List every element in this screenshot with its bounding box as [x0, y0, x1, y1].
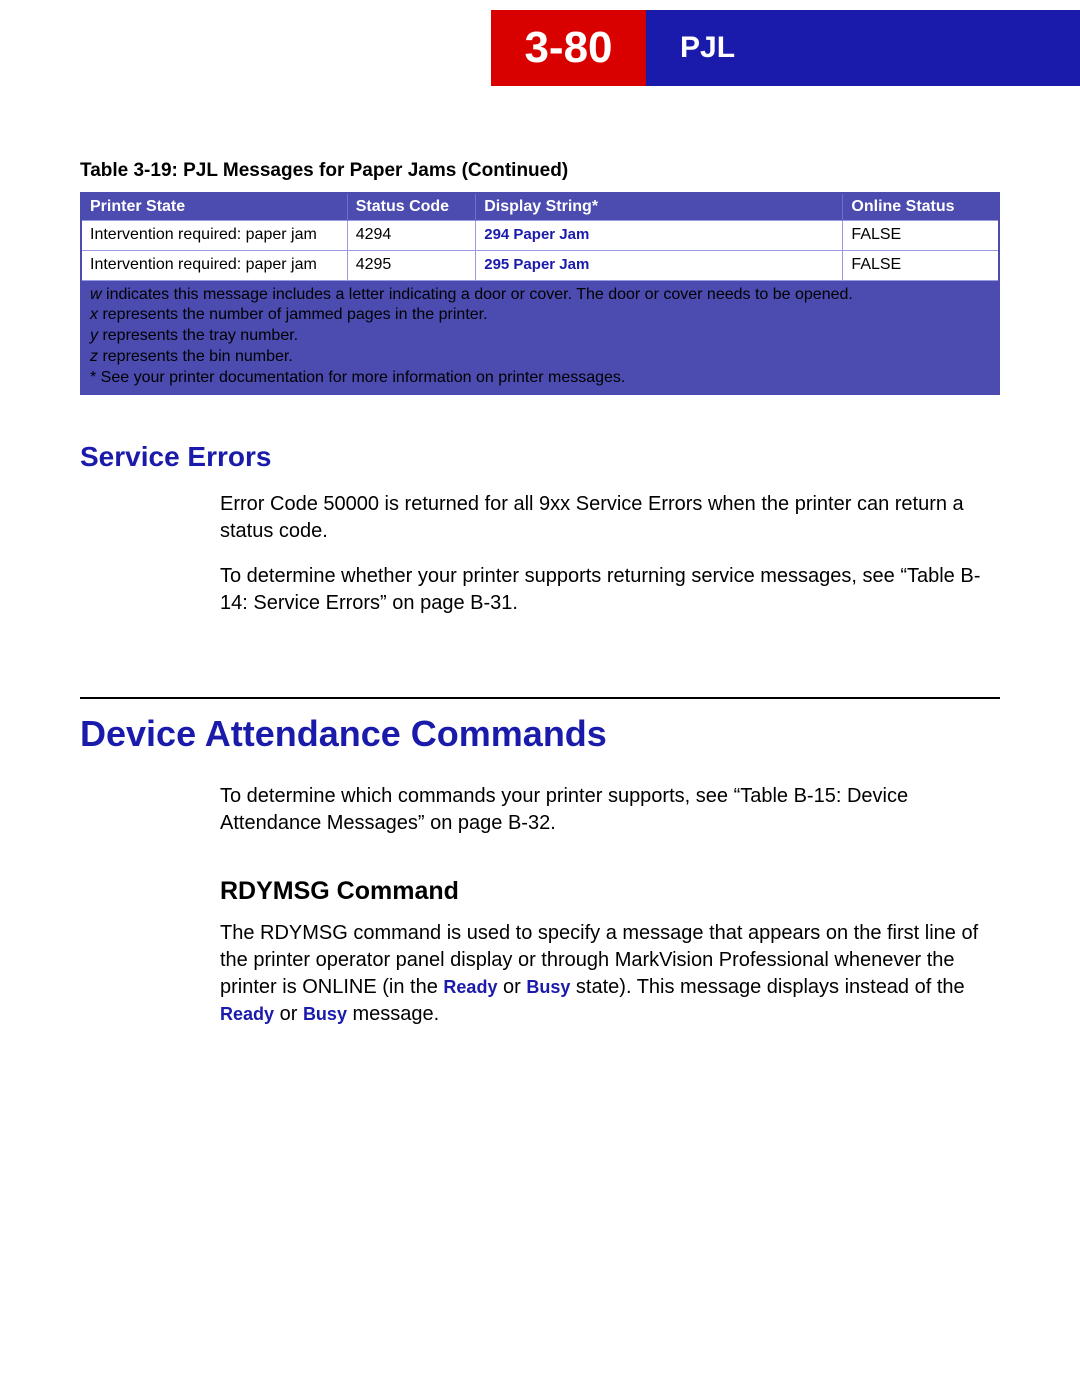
- keyword-busy: Busy: [526, 977, 570, 997]
- th-status-code: Status Code: [347, 193, 476, 221]
- table-caption: Table 3-19: PJL Messages for Paper Jams …: [80, 160, 1000, 182]
- table-legend: w indicates this message includes a lett…: [81, 280, 999, 393]
- section-divider: [80, 697, 1000, 699]
- table-row: Intervention required: paper jam 4295 29…: [81, 250, 999, 280]
- chapter-title: PJL: [646, 10, 1080, 86]
- legend-var-y: y: [90, 327, 98, 344]
- page-number-badge: 3-80: [491, 10, 646, 86]
- heading-rdymsg: RDYMSG Command: [220, 877, 1000, 906]
- th-printer-state: Printer State: [81, 193, 347, 221]
- cell-printer-state: Intervention required: paper jam: [81, 250, 347, 280]
- legend-text-x: represents the number of jammed pages in…: [98, 306, 488, 323]
- cell-online-status: FALSE: [843, 221, 999, 251]
- paragraph: Error Code 50000 is returned for all 9xx…: [220, 491, 1000, 545]
- rdymsg-text-e: message.: [347, 1003, 439, 1025]
- paragraph: To determine whether your printer suppor…: [220, 563, 1000, 617]
- keyword-ready: Ready: [220, 1004, 274, 1024]
- cell-display-string: 294 Paper Jam: [476, 221, 843, 251]
- paragraph: To determine which commands your printer…: [220, 783, 1000, 837]
- table-legend-row: w indicates this message includes a lett…: [81, 280, 999, 393]
- legend-text-y: represents the tray number.: [98, 327, 298, 344]
- page: 3-80 PJL Table 3-19: PJL Messages for Pa…: [0, 0, 1080, 1397]
- cell-status-code: 4294: [347, 221, 476, 251]
- page-header: 3-80 PJL: [491, 10, 1080, 86]
- legend-var-w: w: [90, 286, 102, 303]
- legend-footnote: * See your printer documentation for mor…: [90, 368, 990, 389]
- cell-status-code: 4295: [347, 250, 476, 280]
- pjl-messages-table: Printer State Status Code Display String…: [80, 192, 1000, 395]
- table-header-row: Printer State Status Code Display String…: [81, 193, 999, 221]
- keyword-busy: Busy: [303, 1004, 347, 1024]
- heading-service-errors: Service Errors: [80, 441, 1000, 473]
- th-online-status: Online Status: [843, 193, 999, 221]
- keyword-ready: Ready: [443, 977, 497, 997]
- heading-device-attendance: Device Attendance Commands: [80, 713, 1000, 755]
- legend-var-x: x: [90, 306, 98, 323]
- rdymsg-text-d: or: [274, 1003, 303, 1025]
- legend-var-z: z: [90, 348, 98, 365]
- cell-printer-state: Intervention required: paper jam: [81, 221, 347, 251]
- display-string-text: 295 Paper Jam: [484, 256, 589, 273]
- cell-display-string: 295 Paper Jam: [476, 250, 843, 280]
- paragraph: The RDYMSG command is used to specify a …: [220, 920, 1000, 1028]
- legend-text-w: indicates this message includes a letter…: [102, 286, 853, 303]
- display-string-text: 294 Paper Jam: [484, 226, 589, 243]
- cell-online-status: FALSE: [843, 250, 999, 280]
- table-row: Intervention required: paper jam 4294 29…: [81, 221, 999, 251]
- rdymsg-text-c: state). This message displays instead of…: [570, 976, 964, 998]
- content-area: Table 3-19: PJL Messages for Paper Jams …: [80, 160, 1000, 1046]
- legend-text-z: represents the bin number.: [98, 348, 293, 365]
- th-display-string: Display String*: [476, 193, 843, 221]
- rdymsg-text-b: or: [497, 976, 526, 998]
